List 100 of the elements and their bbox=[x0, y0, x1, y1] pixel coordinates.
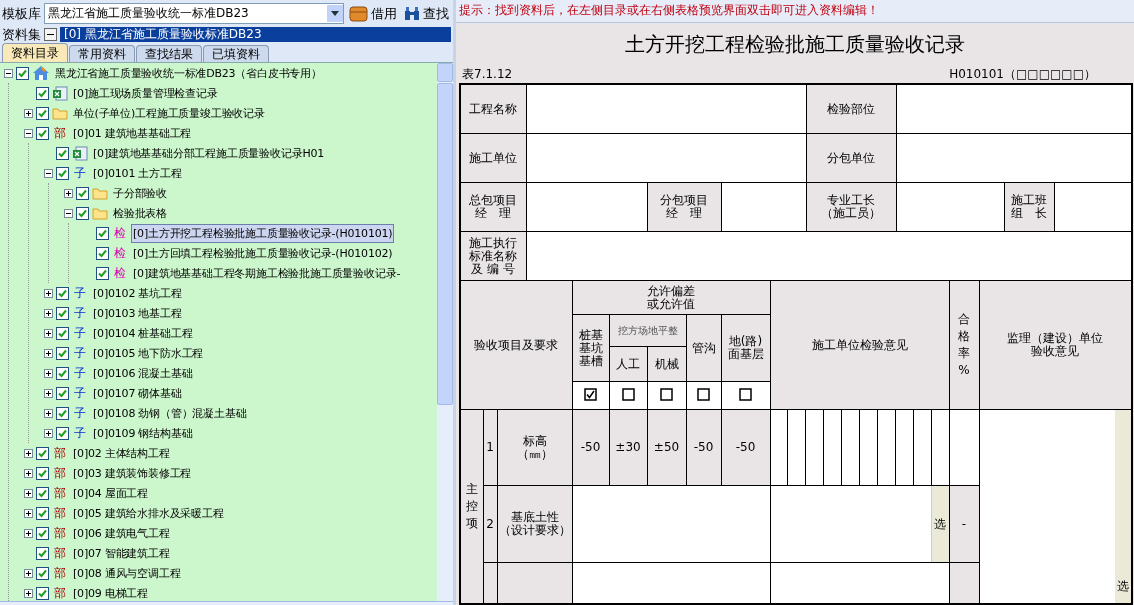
value-cell[interactable] bbox=[526, 133, 806, 183]
expand-icon[interactable] bbox=[24, 508, 33, 518]
value-cell[interactable] bbox=[896, 84, 1133, 134]
checkbox[interactable] bbox=[56, 146, 69, 160]
value-cell[interactable] bbox=[721, 182, 806, 232]
checkbox[interactable] bbox=[96, 246, 109, 260]
expand-icon[interactable] bbox=[44, 288, 53, 298]
expand-icon[interactable] bbox=[24, 588, 33, 598]
tree-item[interactable]: 黑龙江省施工质量验收统一标准DB23（省白皮书专用） bbox=[53, 63, 324, 83]
value-cell[interactable] bbox=[526, 231, 1133, 281]
expand-icon[interactable] bbox=[24, 468, 33, 478]
tree-item[interactable]: [0]08 通风与空调工程 bbox=[71, 563, 183, 583]
tree-item[interactable]: [0]01 建筑地基基础工程 bbox=[71, 123, 194, 143]
checkbox[interactable] bbox=[56, 366, 69, 380]
value-cell[interactable] bbox=[572, 485, 770, 563]
checkbox[interactable] bbox=[76, 206, 89, 220]
tree-item[interactable]: [0]0108 劲钢（管）混凝土基础 bbox=[91, 403, 249, 423]
checkbox[interactable] bbox=[16, 66, 29, 80]
collapse-icon[interactable] bbox=[44, 28, 57, 41]
value-cell[interactable] bbox=[949, 409, 979, 486]
checkbox[interactable] bbox=[56, 346, 69, 360]
checkbox[interactable] bbox=[36, 526, 49, 540]
tree-item[interactable]: [0]0107 砌体基础 bbox=[91, 383, 184, 403]
value-cell[interactable] bbox=[526, 182, 647, 232]
collapse-icon[interactable] bbox=[4, 68, 13, 78]
checkbox[interactable] bbox=[697, 387, 710, 401]
expand-icon[interactable] bbox=[24, 488, 33, 498]
checkbox[interactable] bbox=[56, 426, 69, 440]
expand-icon[interactable] bbox=[44, 388, 53, 398]
tree-item[interactable]: [0]0101 土方工程 bbox=[91, 163, 184, 183]
checkbox[interactable] bbox=[36, 486, 49, 500]
tree-item[interactable]: [0]0102 基坑工程 bbox=[91, 283, 184, 303]
tree-item[interactable]: [0]07 智能建筑工程 bbox=[71, 543, 172, 563]
expand-icon[interactable] bbox=[44, 408, 53, 418]
checkbox[interactable] bbox=[36, 86, 49, 100]
pick-button[interactable]: 选 bbox=[930, 486, 949, 562]
checkbox[interactable] bbox=[36, 506, 49, 520]
checkbox[interactable] bbox=[660, 387, 673, 401]
collapse-icon[interactable] bbox=[44, 168, 53, 178]
checkbox[interactable] bbox=[76, 186, 89, 200]
tree-item[interactable]: 单位(子单位)工程施工质量竣工验收记录 bbox=[71, 103, 267, 123]
tree-item[interactable]: [0]0103 地基工程 bbox=[91, 303, 184, 323]
tree-item[interactable]: [0]05 建筑给水排水及采暖工程 bbox=[71, 503, 226, 523]
tab[interactable]: 查找结果 bbox=[136, 45, 202, 62]
checkbox[interactable] bbox=[96, 266, 109, 280]
tree-item[interactable]: [0]施工现场质量管理检查记录 bbox=[71, 83, 220, 103]
expand-icon[interactable] bbox=[24, 568, 33, 578]
checkbox[interactable] bbox=[36, 106, 49, 120]
dataset-field[interactable]: [0] 黑龙江省施工质量验收标准DB23 bbox=[60, 27, 451, 42]
collapse-icon[interactable] bbox=[64, 208, 73, 218]
tree-item[interactable]: [0]02 主体结构工程 bbox=[71, 443, 172, 463]
expand-icon[interactable] bbox=[44, 308, 53, 318]
tree-item[interactable]: [0]06 建筑电气工程 bbox=[71, 523, 172, 543]
tree-item[interactable]: [0]0104 桩基础工程 bbox=[91, 323, 195, 343]
tree-item[interactable]: 检验批表格 bbox=[111, 203, 169, 223]
tree-item[interactable]: [0]03 建筑装饰装修工程 bbox=[71, 463, 194, 483]
checkbox[interactable] bbox=[36, 446, 49, 460]
tree-item[interactable]: [0]04 屋面工程 bbox=[71, 483, 151, 503]
checkbox[interactable] bbox=[36, 126, 49, 140]
checkbox[interactable] bbox=[739, 387, 752, 401]
expand-icon[interactable] bbox=[44, 428, 53, 438]
checkbox[interactable] bbox=[56, 326, 69, 340]
checkbox[interactable] bbox=[56, 306, 69, 320]
template-dropdown[interactable]: 黑龙江省施工质量验收统一标准DB23 bbox=[44, 3, 344, 24]
expand-icon[interactable] bbox=[44, 348, 53, 358]
expand-icon[interactable] bbox=[64, 188, 73, 198]
tab[interactable]: 已填资料 bbox=[203, 45, 269, 62]
tab[interactable]: 资料目录 bbox=[2, 43, 68, 62]
checkbox[interactable] bbox=[36, 546, 49, 560]
tree-item[interactable]: [0]建筑地基基础工程冬期施工检验批施工质量验收记录- bbox=[131, 263, 403, 283]
checkbox[interactable] bbox=[56, 166, 69, 180]
value-cell[interactable] bbox=[896, 133, 1133, 183]
tree-item[interactable]: [0]0109 钢结构基础 bbox=[91, 423, 195, 443]
expand-icon[interactable] bbox=[24, 108, 33, 118]
expand-icon[interactable] bbox=[24, 448, 33, 458]
checkbox[interactable] bbox=[36, 566, 49, 580]
find-button[interactable]: 查找 bbox=[402, 4, 451, 23]
checkbox[interactable] bbox=[56, 286, 69, 300]
tree-item[interactable]: [0]建筑地基基础分部工程施工质量验收记录H01 bbox=[91, 143, 327, 163]
tree-item[interactable]: [0]土方回填工程检验批施工质量验收记录-(H010102) bbox=[131, 243, 395, 263]
tree-item[interactable]: [0]0106 混凝土基础 bbox=[91, 363, 195, 383]
expand-icon[interactable] bbox=[44, 368, 53, 378]
collapse-icon[interactable] bbox=[24, 128, 33, 138]
value-cell[interactable] bbox=[896, 182, 1004, 232]
checkbox[interactable] bbox=[56, 406, 69, 420]
borrow-button[interactable]: 借用 bbox=[347, 4, 399, 23]
checkbox[interactable] bbox=[584, 387, 597, 401]
checkbox[interactable] bbox=[621, 387, 635, 401]
checkbox[interactable] bbox=[36, 466, 49, 480]
tree-item[interactable]: [0]09 电梯工程 bbox=[71, 583, 151, 601]
pick-button[interactable]: 选 bbox=[1115, 410, 1132, 603]
tree-item[interactable]: 子分部验收 bbox=[111, 183, 169, 203]
value-cell[interactable] bbox=[1054, 182, 1133, 232]
expand-icon[interactable] bbox=[44, 328, 53, 338]
tab[interactable]: 常用资料 bbox=[69, 45, 135, 62]
checkbox[interactable] bbox=[96, 226, 109, 240]
tree-item[interactable]: [0]土方开挖工程检验批施工质量验收记录-(H010101) bbox=[131, 223, 395, 243]
tree-item[interactable]: [0]0105 地下防水工程 bbox=[91, 343, 206, 363]
checkbox[interactable] bbox=[36, 586, 49, 600]
checkbox[interactable] bbox=[56, 386, 69, 400]
